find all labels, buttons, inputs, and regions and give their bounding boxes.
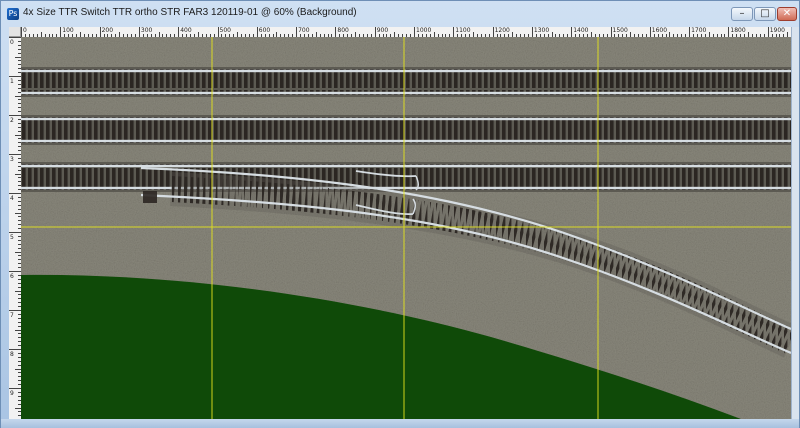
ruler-tick [9,388,21,389]
ruler-label: 400 [180,27,192,34]
ruler-label: 1 [10,78,14,85]
ruler-label: 200 [101,27,114,34]
ruler-label: 1300 [533,27,550,34]
ruler-label: 9 [10,390,14,397]
maximize-button[interactable]: □ [754,7,776,21]
rail [21,139,791,143]
rail [21,186,791,190]
ruler-tick [649,27,651,37]
ruler-label: 8 [10,351,14,358]
ruler-tick [9,154,21,155]
ruler-label: 100 [62,27,74,34]
ruler-tick [453,27,455,37]
ruler-label: 1000 [416,27,432,34]
ruler-label: 7 [10,312,14,319]
ruler-label: 6 [10,273,14,280]
image-canvas[interactable] [21,37,791,419]
document-window: Ps 4x Size TTR Switch TTR ortho STR FAR3… [0,0,800,428]
ruler-tick [178,27,180,37]
ruler-label: 5 [10,234,14,241]
ruler-tick [60,27,62,37]
rail [21,91,791,95]
ruler-tick [99,27,101,37]
ruler-label: 1800 [730,27,746,34]
ruler-label: 1400 [573,27,589,34]
ruler-tick [9,115,21,116]
ruler-tick [531,27,533,37]
ruler-label: 1900 [769,27,785,34]
ruler-tick [9,76,21,77]
track-ties [21,69,791,95]
ruler-origin-corner[interactable] [9,27,21,37]
ruler-tick [9,310,21,311]
ruler-label: 1600 [651,27,668,34]
ruler-label: 500 [219,27,231,34]
ruler-tick [571,27,573,37]
vertical-scrollbar[interactable] [791,27,799,419]
ruler-tick [21,27,22,37]
window-bottom-edge [1,419,799,428]
ruler-label: 1700 [691,27,707,34]
ruler-tick [610,27,612,37]
ruler-label: 3 [10,156,14,163]
ruler-label: 0 [23,27,27,34]
ruler-tick [689,27,691,37]
ruler-tick [414,27,415,37]
ruler-label: 300 [140,27,153,34]
ruler-label: 1200 [494,27,510,34]
ruler-tick [9,193,21,194]
ruler-tick [256,27,258,37]
ruler-tick [9,37,21,38]
ruler-tick [138,27,140,37]
ruler-label: 900 [376,27,389,34]
track-artwork [21,37,791,419]
ruler-label: 1100 [455,27,471,34]
ruler-label: 1500 [612,27,628,34]
rail [21,117,791,121]
track-ties [21,117,791,143]
ruler-label: 2 [10,117,14,124]
ruler-tick [217,27,219,37]
ruler-tick [767,27,769,37]
straight-tracks [21,67,791,192]
photoshop-app-icon: Ps [7,8,19,20]
ruler-tick [9,349,21,350]
ruler-tick [9,271,21,272]
ruler-tick [728,27,730,37]
ruler-tick [374,27,376,37]
title-bar[interactable]: Ps 4x Size TTR Switch TTR ortho STR FAR3… [1,1,799,27]
ruler-tick [9,232,21,233]
close-button[interactable]: ✕ [777,7,797,21]
rail [21,69,791,73]
ruler-tick [335,27,337,37]
minimize-button[interactable]: – [731,7,753,21]
ruler-label: 4 [10,195,14,202]
ruler-tick [296,27,298,37]
ruler-label: 700 [298,27,310,34]
ruler-label: 600 [258,27,271,34]
rail [21,164,791,168]
ruler-label: 0 [10,39,14,46]
ruler-label: 800 [337,27,349,34]
ruler-tick [492,27,494,37]
window-title: 4x Size TTR Switch TTR ortho STR FAR3 12… [23,7,357,18]
